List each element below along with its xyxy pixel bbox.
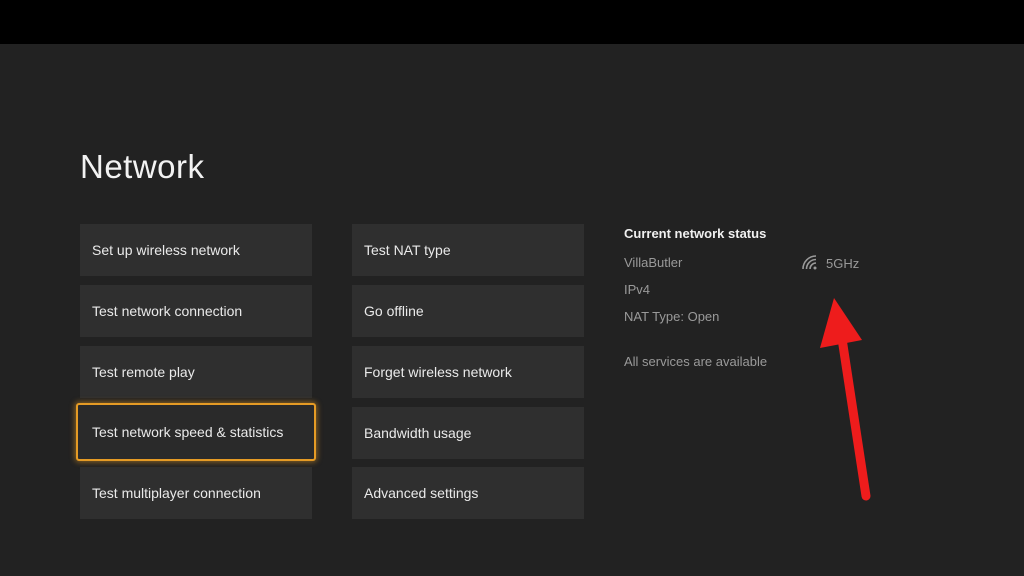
test-network-speed-statistics-button[interactable]: Test network speed & statistics <box>76 403 316 461</box>
wifi-icon <box>802 255 817 270</box>
forget-wireless-network-button[interactable]: Forget wireless network <box>352 346 584 398</box>
services-status: All services are available <box>624 354 768 369</box>
test-nat-type-label: Test NAT type <box>364 242 451 258</box>
nat-type: NAT Type: Open <box>624 309 720 324</box>
test-network-speed-statistics-label: Test network speed & statistics <box>92 424 284 440</box>
advanced-settings-button[interactable]: Advanced settings <box>352 467 584 519</box>
advanced-settings-label: Advanced settings <box>364 485 479 501</box>
test-nat-type-button[interactable]: Test NAT type <box>352 224 584 276</box>
network-name: VillaButler <box>624 255 683 270</box>
test-remote-play-label: Test remote play <box>92 364 195 380</box>
band-indicator: 5GHz <box>802 255 859 271</box>
go-offline-button[interactable]: Go offline <box>352 285 584 337</box>
test-network-connection-button[interactable]: Test network connection <box>80 285 312 337</box>
test-remote-play-button[interactable]: Test remote play <box>80 346 312 398</box>
forget-wireless-network-label: Forget wireless network <box>364 364 512 380</box>
band-label: 5GHz <box>826 255 860 271</box>
test-multiplayer-connection-label: Test multiplayer connection <box>92 485 261 501</box>
bandwidth-usage-label: Bandwidth usage <box>364 425 472 441</box>
test-network-connection-label: Test network connection <box>92 303 243 319</box>
ip-version: IPv4 <box>624 282 651 297</box>
test-multiplayer-connection-button[interactable]: Test multiplayer connection <box>80 467 312 519</box>
go-offline-label: Go offline <box>364 303 424 319</box>
set-up-wireless-network-label: Set up wireless network <box>92 242 240 258</box>
page-title: Network <box>80 148 205 185</box>
annotation-arrow-icon <box>820 298 871 501</box>
status-heading: Current network status <box>624 226 767 241</box>
network-name-row: VillaButler 5GHz <box>624 255 884 282</box>
bandwidth-usage-button[interactable]: Bandwidth usage <box>352 407 584 459</box>
set-up-wireless-network-button[interactable]: Set up wireless network <box>80 224 312 276</box>
top-letterbox-bar <box>0 0 1024 44</box>
